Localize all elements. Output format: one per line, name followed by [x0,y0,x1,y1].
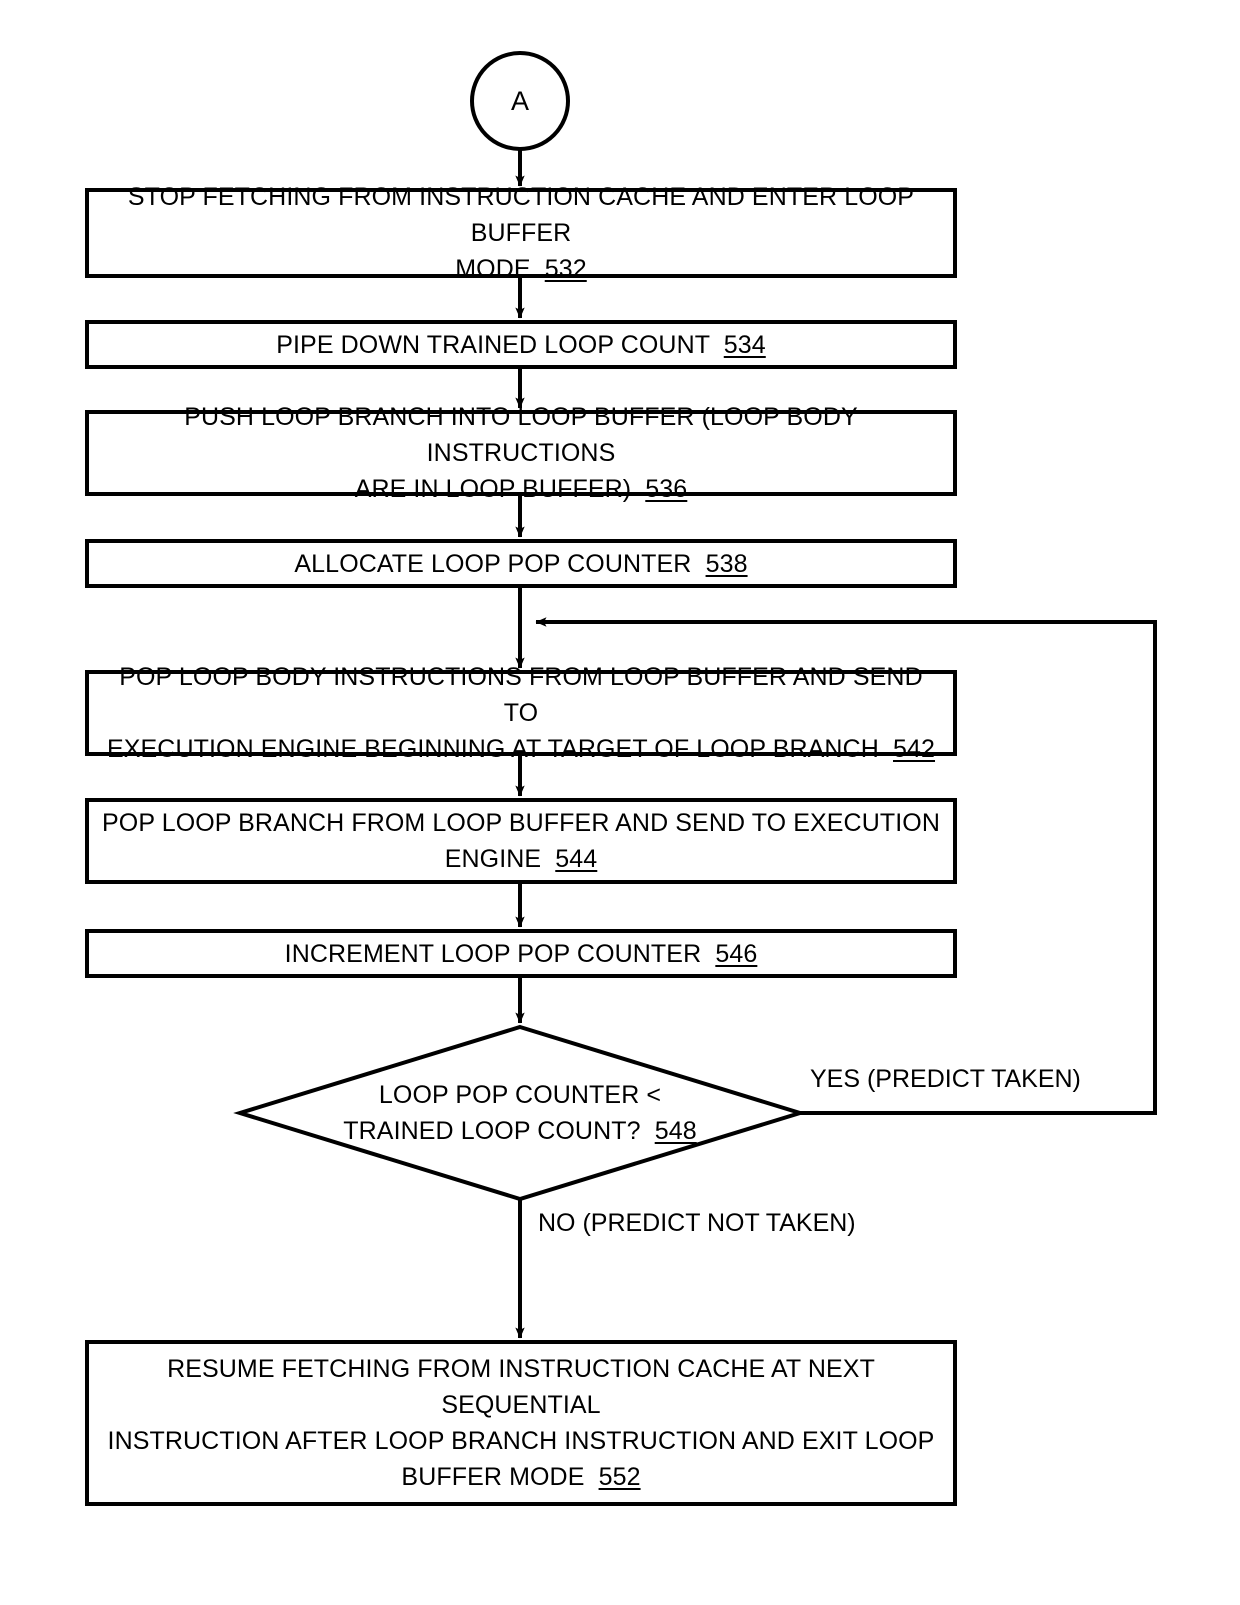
box-544 [85,798,957,884]
box-534 [85,320,957,369]
edge-label-yes: YES (PREDICT TAKEN) [810,1065,1081,1093]
edge-label-no: NO (PREDICT NOT TAKEN) [538,1209,856,1237]
flowchart-canvas: A STOP FETCHING FROM INSTRUCTION CACHE A… [0,0,1240,1605]
box-542 [85,670,957,756]
box-536 [85,410,957,496]
box-552 [85,1340,957,1506]
diamond-548 [233,1024,807,1202]
box-538 [85,539,957,588]
box-546 [85,929,957,978]
box-532 [85,188,957,278]
connector-label-a: A [510,85,529,116]
flowchart-graphics [85,51,1157,1506]
